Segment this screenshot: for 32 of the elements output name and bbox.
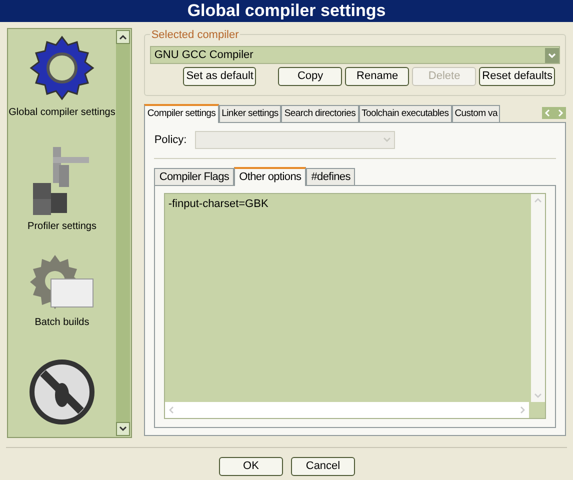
sidebar-item-label[interactable]: Global compiler settings <box>8 105 116 120</box>
sidebar-item-label[interactable]: Profiler settings <box>28 219 96 234</box>
text-area-value: -finput-charset=GBK <box>168 197 268 212</box>
horizontal-scrollbar[interactable] <box>165 402 530 418</box>
tab[interactable]: Compiler settings <box>144 104 219 123</box>
tab-scroll-left-icon[interactable] <box>542 107 554 119</box>
dialog-button[interactable]: Cancel <box>291 457 355 476</box>
tab[interactable]: Custom va <box>452 105 500 122</box>
tab[interactable]: Toolchain executables <box>358 105 452 122</box>
window-title: Global compiler settings <box>0 0 573 22</box>
compiler-dropdown[interactable]: GNU GCC Compiler <box>150 46 560 64</box>
tab[interactable]: #defines <box>306 168 356 185</box>
scroll-down-icon[interactable] <box>116 422 130 436</box>
tab-scroll-right-icon[interactable] <box>554 107 566 119</box>
gear-icon <box>27 35 97 101</box>
dropdown-value: GNU GCC Compiler <box>153 48 254 63</box>
tab[interactable]: Other options <box>234 167 306 186</box>
policy-label: Policy: <box>154 132 187 148</box>
scroll-up-icon[interactable] <box>116 30 130 44</box>
tab[interactable]: Compiler Flags <box>154 168 234 185</box>
sidebar-item-label[interactable]: Batch builds <box>34 315 90 330</box>
compiler-button[interactable]: Reset defaults <box>479 67 556 86</box>
compiler-button[interactable]: Set as default <box>183 67 256 86</box>
dialog-button[interactable]: OK <box>219 457 283 476</box>
options-text-area[interactable]: -finput-charset=GBK <box>164 193 546 419</box>
no-bug-icon <box>29 359 95 425</box>
tab[interactable]: Search directories <box>281 105 359 122</box>
group-title: Selected compiler <box>150 27 240 44</box>
compiler-button[interactable]: Copy <box>278 67 342 86</box>
tab[interactable]: Linker settings <box>218 105 282 122</box>
compiler-button[interactable]: Rename <box>345 67 410 86</box>
scrollbar[interactable] <box>116 30 130 436</box>
